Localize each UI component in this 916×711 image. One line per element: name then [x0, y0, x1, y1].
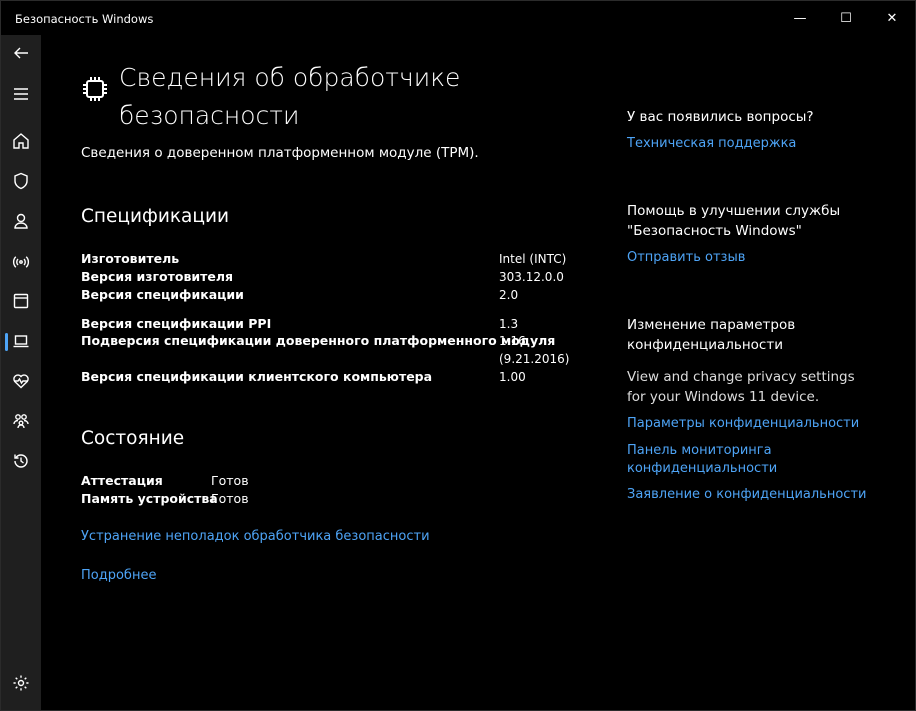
status-label-device-memory: Память устройства	[81, 491, 218, 506]
tech-support-link[interactable]: Техническая поддержка	[627, 135, 867, 153]
heart-pulse-icon[interactable]	[1, 365, 41, 397]
home-icon[interactable]	[1, 125, 41, 157]
hamburger-menu-icon[interactable]	[1, 78, 41, 110]
wireless-antenna-icon[interactable]	[1, 246, 41, 278]
spec-value-manufacturer: Intel (INTC)	[499, 252, 567, 266]
page-title: Сведения об обработчике безопасности	[119, 59, 519, 135]
main-content: Сведения об обработчике безопасности Све…	[41, 35, 915, 710]
spec-label-spec-version: Версия спецификации	[81, 287, 244, 302]
privacy-heading: Изменение параметров конфиденциальности	[627, 317, 796, 353]
window-title: Безопасность Windows	[15, 12, 154, 26]
page-title-line1: Сведения об обработчике	[119, 63, 461, 92]
close-button[interactable]: ✕	[869, 1, 915, 35]
title-bar: Безопасность Windows — ☐ ✕	[1, 1, 915, 35]
spec-value-tpm-subversion-date: (9.21.2016)	[499, 352, 570, 366]
privacy-dashboard-link[interactable]: Панель мониторинга конфиденциальности	[627, 442, 867, 478]
spec-label-manufacturer-version: Версия изготовителя	[81, 269, 234, 284]
improve-heading: Помощь в улучшении службы "Безопасность …	[627, 203, 841, 239]
status-value-device-memory: Готов	[211, 491, 249, 506]
back-arrow-icon[interactable]	[1, 37, 41, 69]
spec-label-tpm-subversion: Подверсия спецификации доверенного платф…	[81, 333, 556, 348]
spec-value-manufacturer-version: 303.12.0.0	[499, 270, 564, 284]
page-title-line2: безопасности	[119, 101, 300, 130]
minimize-button[interactable]: —	[777, 1, 823, 35]
settings-gear-icon[interactable]	[1, 667, 41, 699]
spec-label-client-version: Версия спецификации клиентского компьюте…	[81, 369, 433, 384]
app-window: Безопасность Windows — ☐ ✕ Сведения об о…	[0, 0, 916, 711]
spec-value-client-version: 1.00	[499, 370, 526, 384]
spec-label-ppi-version: Версия спецификации PPI	[81, 316, 272, 331]
spec-value-ppi-version: 1.3	[499, 317, 519, 331]
questions-heading: У вас появились вопросы?	[627, 109, 814, 125]
person-icon[interactable]	[1, 205, 41, 237]
history-icon[interactable]	[1, 445, 41, 477]
troubleshoot-link[interactable]: Устранение неполадок обработчика безопас…	[81, 529, 430, 544]
privacy-statement-link[interactable]: Заявление о конфиденциальности	[627, 486, 867, 504]
spec-value-tpm-subversion-number: 1.16	[499, 334, 526, 348]
spec-label-manufacturer: Изготовитель	[81, 251, 180, 266]
laptop-icon[interactable]	[1, 325, 41, 357]
send-feedback-link[interactable]: Отправить отзыв	[627, 249, 867, 267]
page-subtitle: Сведения о доверенном платформенном моду…	[81, 145, 479, 161]
shield-icon[interactable]	[1, 165, 41, 197]
status-heading: Состояние	[81, 428, 185, 449]
maximize-button[interactable]: ☐	[823, 1, 869, 35]
processor-chip-icon	[81, 75, 109, 103]
learn-more-link[interactable]: Подробнее	[81, 568, 156, 583]
spec-value-tpm-subversion: 1.16 (9.21.2016)	[499, 332, 569, 368]
specs-heading: Спецификации	[81, 206, 229, 227]
family-icon[interactable]	[1, 405, 41, 437]
app-browser-icon[interactable]	[1, 285, 41, 317]
status-value-attestation: Готов	[211, 473, 249, 488]
status-label-attestation: Аттестация	[81, 473, 163, 488]
sidebar	[1, 35, 41, 710]
privacy-settings-link[interactable]: Параметры конфиденциальности	[627, 415, 867, 433]
privacy-description: View and change privacy settings for you…	[627, 369, 855, 405]
spec-value-spec-version: 2.0	[499, 288, 519, 302]
